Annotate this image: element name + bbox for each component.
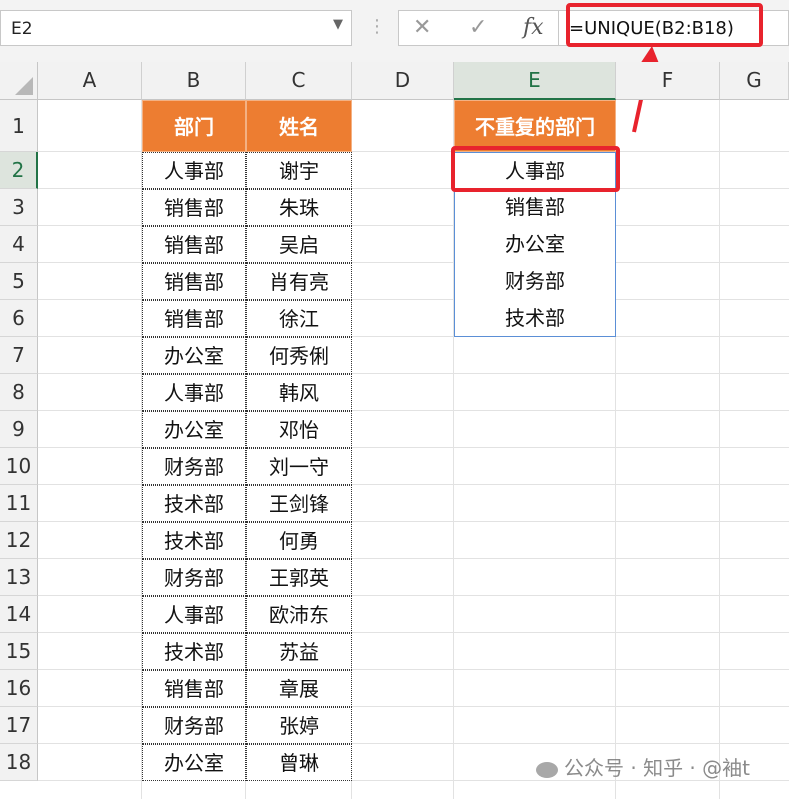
row-header-16[interactable]: 16 [0, 670, 38, 707]
fx-icon[interactable]: fx [523, 15, 544, 40]
row-header-1[interactable]: 1 [0, 100, 38, 152]
cell-name[interactable]: 韩风 [246, 374, 352, 411]
row-header-14[interactable]: 14 [0, 596, 38, 633]
header-department[interactable]: 部门 [142, 100, 246, 152]
cell-department[interactable]: 技术部 [142, 633, 246, 670]
select-all-corner[interactable] [0, 62, 38, 100]
row-header-13[interactable]: 13 [0, 559, 38, 596]
cell-name[interactable]: 何勇 [246, 522, 352, 559]
cell-department[interactable]: 技术部 [142, 522, 246, 559]
enter-icon[interactable]: ✓ [469, 15, 487, 40]
cell-name[interactable]: 苏益 [246, 633, 352, 670]
cell-name[interactable]: 王郭英 [246, 559, 352, 596]
cell-department[interactable]: 销售部 [142, 189, 246, 226]
cell-department[interactable]: 技术部 [142, 485, 246, 522]
cell-unique-department[interactable]: 财务部 [454, 263, 616, 300]
cell-name[interactable]: 刘一守 [246, 448, 352, 485]
cell-department[interactable]: 人事部 [142, 152, 246, 189]
cell-department[interactable]: 人事部 [142, 596, 246, 633]
cell-name[interactable]: 邓怡 [246, 411, 352, 448]
row-header-6[interactable]: 6 [0, 300, 38, 337]
cell-department[interactable]: 财务部 [142, 707, 246, 744]
row-header-12[interactable]: 12 [0, 522, 38, 559]
cell-name[interactable]: 王剑锋 [246, 485, 352, 522]
row-header-5[interactable]: 5 [0, 263, 38, 300]
watermark-text: 公众号 · 知乎 · @袖t [564, 756, 750, 780]
row-header-11[interactable]: 11 [0, 485, 38, 522]
cell-department[interactable]: 办公室 [142, 744, 246, 781]
cell-name[interactable]: 肖有亮 [246, 263, 352, 300]
column-header-d[interactable]: D [352, 62, 454, 100]
row-header-17[interactable]: 17 [0, 707, 38, 744]
cell-department[interactable]: 办公室 [142, 337, 246, 374]
cell-unique-department[interactable]: 办公室 [454, 226, 616, 263]
cell-name[interactable]: 欧沛东 [246, 596, 352, 633]
wechat-icon [536, 761, 558, 778]
cell-name[interactable]: 朱珠 [246, 189, 352, 226]
cell-name[interactable]: 谢宇 [246, 152, 352, 189]
cell-name[interactable]: 何秀俐 [246, 337, 352, 374]
header-unique-department[interactable]: 不重复的部门 [454, 100, 616, 152]
row-header-4[interactable]: 4 [0, 226, 38, 263]
cell-department[interactable]: 销售部 [142, 300, 246, 337]
cell-department[interactable]: 财务部 [142, 448, 246, 485]
row-header-8[interactable]: 8 [0, 374, 38, 411]
cell-department[interactable]: 销售部 [142, 263, 246, 300]
row-header-15[interactable]: 15 [0, 633, 38, 670]
row-header-9[interactable]: 9 [0, 411, 38, 448]
row-header-10[interactable]: 10 [0, 448, 38, 485]
cell-name[interactable]: 徐江 [246, 300, 352, 337]
row-header-2[interactable]: 2 [0, 152, 38, 189]
cell-name[interactable]: 张婷 [246, 707, 352, 744]
column-header-c[interactable]: C [246, 62, 352, 100]
chevron-down-icon[interactable]: ▼ [333, 17, 343, 32]
name-box-value: E2 [11, 19, 33, 39]
row-header-3[interactable]: 3 [0, 189, 38, 226]
column-header-e[interactable]: E [454, 62, 616, 100]
row-header-7[interactable]: 7 [0, 337, 38, 374]
watermark: 公众号 · 知乎 · @袖t [536, 752, 750, 781]
cell-department[interactable]: 销售部 [142, 226, 246, 263]
cell-highlight-box [451, 146, 620, 192]
cell-department[interactable]: 办公室 [142, 411, 246, 448]
name-box[interactable]: E2 ▼ [0, 10, 352, 46]
cell-name[interactable]: 章展 [246, 670, 352, 707]
column-header-g[interactable]: G [720, 62, 789, 100]
cancel-icon[interactable]: ✕ [413, 15, 431, 40]
column-header-b[interactable]: B [142, 62, 246, 100]
drag-handle-icon[interactable]: ⋮ [368, 16, 387, 37]
cell-name[interactable]: 曾琳 [246, 744, 352, 781]
header-name[interactable]: 姓名 [246, 100, 352, 152]
gridline-col [719, 100, 720, 799]
cell-unique-department[interactable]: 技术部 [454, 300, 616, 337]
formula-buttons: ✕ ✓ fx [398, 10, 558, 46]
formula-highlight-box [566, 3, 763, 47]
cell-department[interactable]: 财务部 [142, 559, 246, 596]
column-header-f[interactable]: F [616, 62, 720, 100]
cell-unique-department[interactable]: 销售部 [454, 189, 616, 226]
cell-department[interactable]: 销售部 [142, 670, 246, 707]
cell-name[interactable]: 吴启 [246, 226, 352, 263]
column-header-a[interactable]: A [38, 62, 142, 100]
row-header-18[interactable]: 18 [0, 744, 38, 781]
cell-department[interactable]: 人事部 [142, 374, 246, 411]
